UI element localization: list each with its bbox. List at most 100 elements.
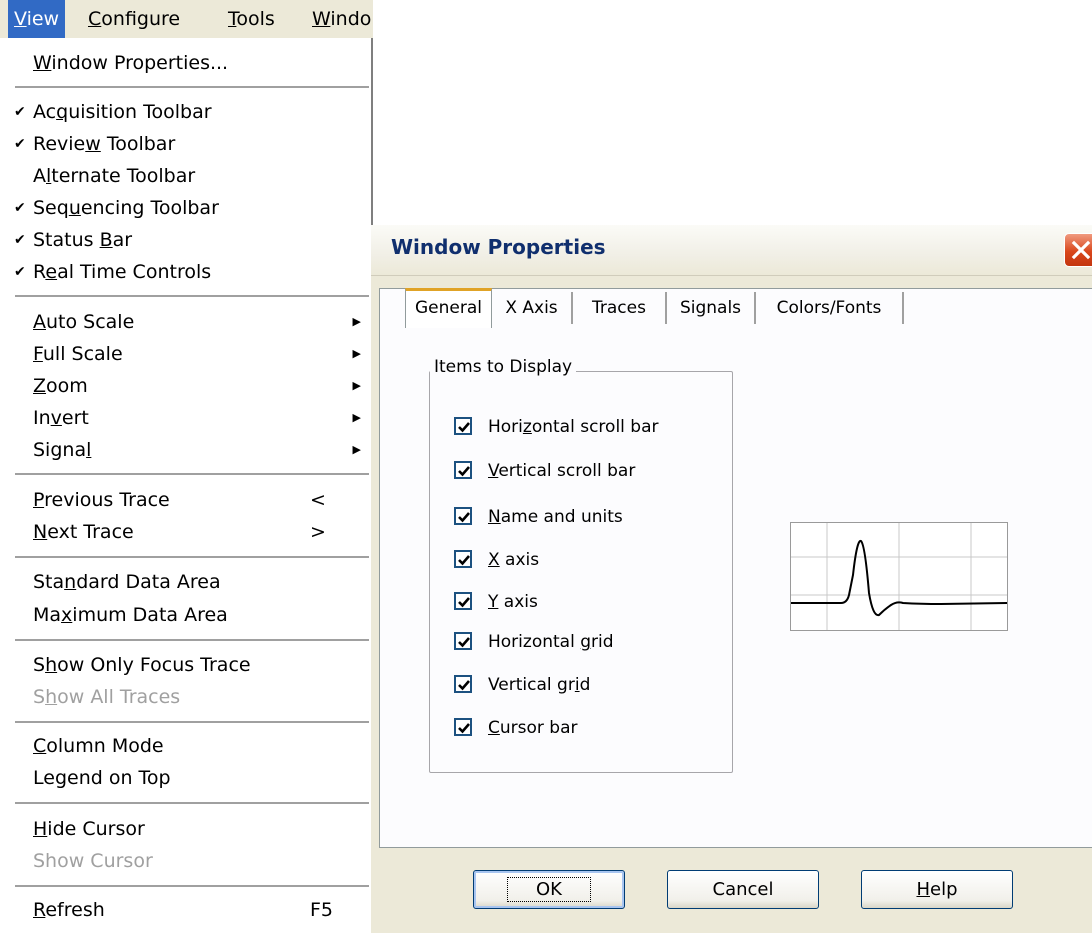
menu-item-window-properties[interactable]: Window Properties...: [0, 47, 371, 79]
menu-tools[interactable]: Tools: [222, 0, 281, 38]
menu-separator: [15, 86, 369, 88]
checkbox-checked-icon: [454, 632, 472, 650]
menu-item-label: Window Properties...: [33, 52, 229, 74]
menu-item-label: Review Toolbar: [33, 133, 176, 155]
menu-separator: [15, 639, 369, 641]
menu-view-mnemonic: V: [14, 8, 27, 30]
menu-bar: View Configure Tools Windo: [0, 0, 373, 38]
menu-item-sequencing-toolbar[interactable]: ✔ Sequencing Toolbar: [0, 192, 371, 224]
menu-item-maximum-data-area[interactable]: Maximum Data Area: [0, 599, 371, 631]
cancel-button-label: Cancel: [712, 879, 774, 900]
menu-view[interactable]: View: [8, 0, 66, 38]
menu-item-full-scale[interactable]: Full Scale ▶: [0, 338, 371, 370]
trace-preview: [790, 522, 1008, 631]
checkbox-label: Name and units: [488, 507, 623, 527]
menu-item-label: Signal: [33, 439, 92, 461]
menu-window-mnemonic: W: [312, 8, 331, 30]
menu-item-real-time-controls[interactable]: ✔ Real Time Controls: [0, 256, 371, 288]
menu-item-shortcut: F5: [310, 899, 334, 921]
menu-item-label: Acquisition Toolbar: [33, 101, 212, 123]
menu-separator: [15, 473, 369, 475]
menu-configure-mnemonic: C: [88, 8, 102, 30]
checkbox-checked-icon: [454, 675, 472, 693]
menu-item-label: Show Cursor: [33, 850, 153, 872]
tab-traces[interactable]: Traces: [573, 292, 667, 324]
menu-item-show-only-focus-trace[interactable]: Show Only Focus Trace: [0, 649, 371, 681]
menu-item-legend-on-top[interactable]: Legend on Top: [0, 762, 371, 794]
menu-separator: [15, 556, 369, 558]
menu-item-review-toolbar[interactable]: ✔ Review Toolbar: [0, 128, 371, 160]
checkbox-label: X axis: [488, 550, 540, 570]
menu-item-label: Show Only Focus Trace: [33, 654, 251, 676]
tab-signals[interactable]: Signals: [667, 292, 756, 324]
menu-separator: [15, 885, 369, 887]
checkbox-checked-icon: [454, 592, 472, 610]
menu-item-show-cursor: Show Cursor: [0, 845, 371, 877]
checkbox-label: Horizontal scroll bar: [488, 417, 659, 437]
menu-item-column-mode[interactable]: Column Mode: [0, 730, 371, 762]
checkbox-checked-icon: [454, 461, 472, 479]
menu-item-label: Hide Cursor: [33, 818, 145, 840]
checkmark-icon: ✔: [14, 104, 26, 120]
menu-separator: [15, 721, 369, 723]
submenu-arrow-icon: ▶: [352, 379, 361, 392]
group-title: Items to Display: [430, 357, 577, 377]
submenu-arrow-icon: ▶: [352, 411, 361, 424]
menu-item-refresh[interactable]: Refresh F5: [0, 894, 371, 926]
submenu-arrow-icon: ▶: [352, 443, 361, 456]
checkmark-icon: ✔: [14, 136, 26, 152]
menu-item-show-all-traces: Show All Traces: [0, 681, 371, 713]
help-button[interactable]: Help: [861, 870, 1013, 909]
submenu-arrow-icon: ▶: [352, 315, 361, 328]
menu-item-invert[interactable]: Invert ▶: [0, 402, 371, 434]
dialog-titlebar[interactable]: Window Properties: [371, 225, 1092, 276]
menu-item-label: Show All Traces: [33, 686, 181, 708]
checkbox-label: Vertical scroll bar: [488, 461, 636, 481]
menu-item-shortcut: >: [310, 521, 326, 543]
ok-button[interactable]: OK: [473, 870, 625, 909]
menu-window[interactable]: Windo: [306, 0, 373, 38]
menu-item-label: Full Scale: [33, 343, 123, 365]
menu-item-label: Next Trace: [33, 521, 134, 543]
menu-item-label: Maximum Data Area: [33, 604, 228, 626]
menu-item-hide-cursor[interactable]: Hide Cursor: [0, 813, 371, 845]
menu-item-auto-scale[interactable]: Auto Scale ▶: [0, 306, 371, 338]
checkbox-checked-icon: [454, 417, 472, 435]
checkmark-icon: ✔: [14, 200, 26, 216]
menu-item-shortcut: <: [310, 489, 326, 511]
menu-item-zoom[interactable]: Zoom ▶: [0, 370, 371, 402]
menu-item-alternate-toolbar[interactable]: Alternate Toolbar: [0, 160, 371, 192]
checkmark-icon: ✔: [14, 232, 26, 248]
help-button-label: Help: [916, 879, 958, 900]
close-icon: [1071, 240, 1091, 260]
waveform-preview-graphic: [791, 523, 1008, 630]
menu-item-signal[interactable]: Signal ▶: [0, 434, 371, 466]
cancel-button[interactable]: Cancel: [667, 870, 819, 909]
tab-colors-fonts[interactable]: Colors/Fonts: [756, 292, 904, 324]
menu-item-acquisition-toolbar[interactable]: ✔ Acquisition Toolbar: [0, 96, 371, 128]
menu-item-label: Alternate Toolbar: [33, 165, 196, 187]
tab-general[interactable]: General: [405, 288, 492, 328]
menu-item-previous-trace[interactable]: Previous Trace <: [0, 484, 371, 516]
checkbox-checked-icon: [454, 550, 472, 568]
tab-x-axis[interactable]: X Axis: [492, 292, 573, 324]
menu-item-standard-data-area[interactable]: Standard Data Area: [0, 566, 371, 598]
menu-separator: [15, 295, 369, 297]
dialog-title: Window Properties: [391, 235, 606, 259]
checkmark-icon: ✔: [14, 264, 26, 280]
close-button[interactable]: [1064, 233, 1092, 267]
menu-view-label: iew: [26, 8, 60, 30]
menu-item-status-bar[interactable]: ✔ Status Bar: [0, 224, 371, 256]
menu-configure[interactable]: Configure: [82, 0, 186, 38]
checkbox-checked-icon: [454, 718, 472, 736]
window-properties-dialog: Window Properties General X Axis Traces …: [371, 225, 1092, 933]
menu-item-label: Column Mode: [33, 735, 164, 757]
submenu-arrow-icon: ▶: [352, 347, 361, 360]
checkbox-label: Y axis: [488, 592, 538, 612]
view-menu-dropdown: Window Properties... ✔ Acquisition Toolb…: [0, 38, 373, 933]
menu-item-label: Real Time Controls: [33, 261, 212, 283]
menu-item-label: Status Bar: [33, 229, 133, 251]
menu-item-label: Zoom: [33, 375, 88, 397]
menu-item-label: Auto Scale: [33, 311, 135, 333]
menu-item-next-trace[interactable]: Next Trace >: [0, 516, 371, 548]
